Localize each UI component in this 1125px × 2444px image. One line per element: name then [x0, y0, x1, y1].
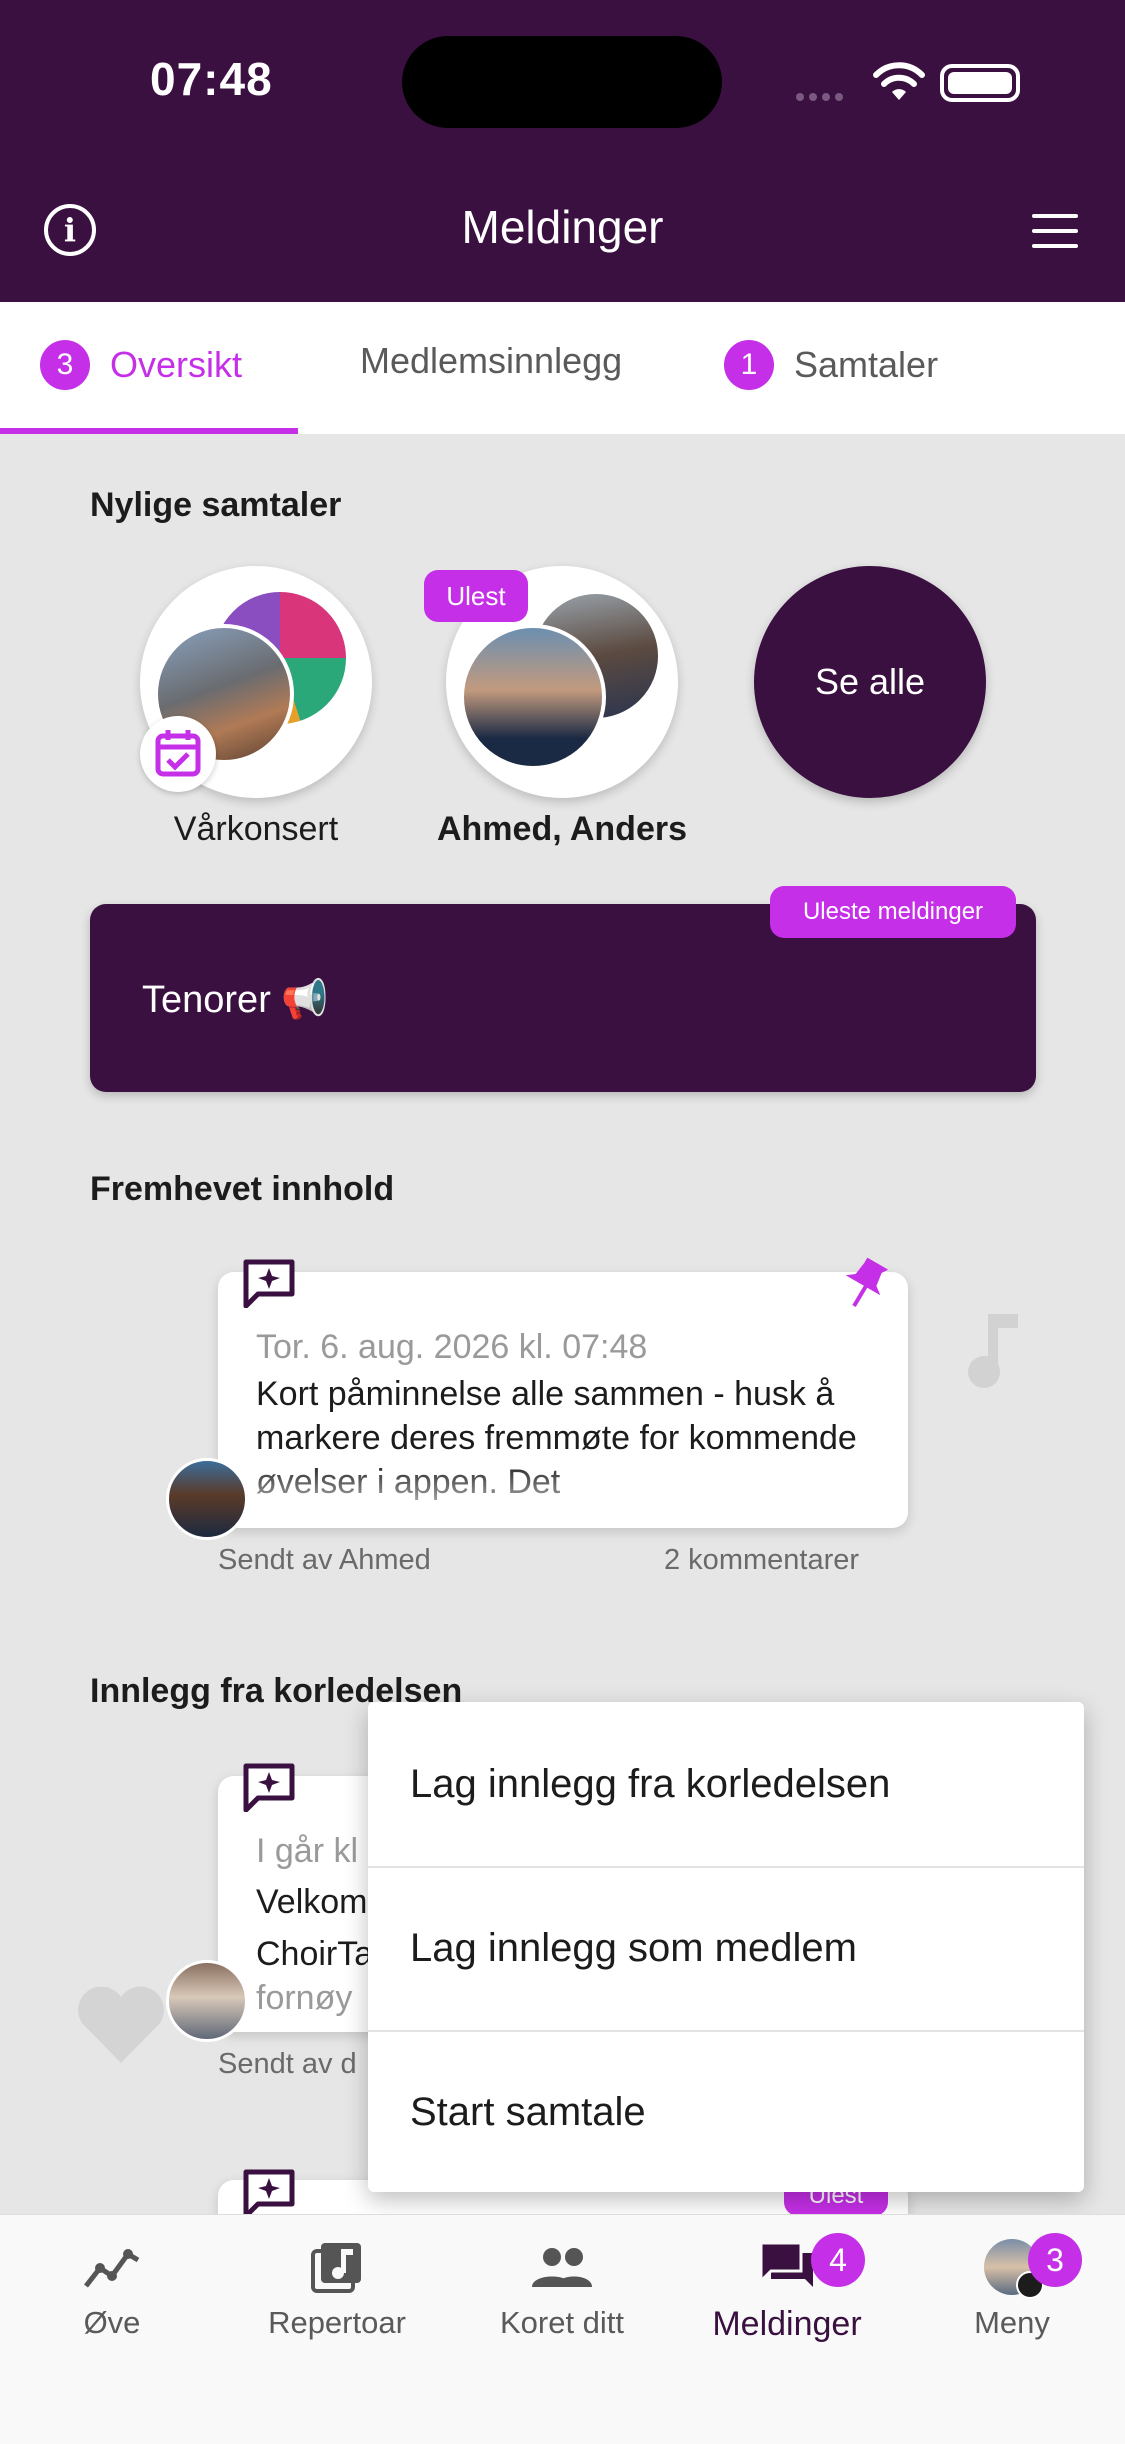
- nav-label: Koret ditt: [499, 2305, 625, 2340]
- dynamic-island: [402, 36, 722, 128]
- chat-icon: [759, 2241, 813, 2287]
- calendar-check-icon: [155, 730, 201, 777]
- nav-badge: 3: [1028, 2233, 1082, 2287]
- tab-label: Oversikt: [110, 344, 243, 385]
- conversation-label: Vårkonsert: [173, 810, 339, 848]
- conversation-label: Ahmed, Anders: [436, 810, 687, 848]
- author-avatar: [166, 1960, 248, 2042]
- wifi-icon: [873, 62, 925, 100]
- music-library-icon: [311, 2243, 361, 2293]
- nav-label: Øve: [83, 2305, 141, 2340]
- post-sparkle-icon: [243, 1259, 295, 1308]
- post-author: Sendt av Ahmed: [218, 1544, 431, 1576]
- menu-item-start-conversation[interactable]: Start samtale: [368, 2030, 1084, 2194]
- pin-icon: [845, 1257, 889, 1308]
- app-header: 07:48 i Meldinger: [0, 0, 1125, 302]
- featured-post-card[interactable]: Tor. 6. aug. 2026 kl. 07:48 Kort påminne…: [218, 1272, 908, 1528]
- tab-samtaler[interactable]: 1 Samtaler: [724, 340, 938, 390]
- tab-oversikt[interactable]: 3 Oversikt: [40, 340, 242, 390]
- nav-badge: 4: [811, 2233, 865, 2287]
- see-all-button[interactable]: Se alle: [754, 566, 986, 798]
- menu-item-leadership-post[interactable]: Lag innlegg fra korledelsen: [368, 1702, 1084, 1866]
- bottom-nav: Øve Repertoar Koret ditt Meldinger 4 Men…: [0, 2214, 1125, 2444]
- unread-messages-badge: Uleste meldinger: [770, 886, 1016, 938]
- author-avatar: [166, 1458, 248, 1540]
- cellular-signal-icon: [796, 88, 848, 106]
- hamburger-menu-button[interactable]: [1032, 214, 1078, 248]
- nav-label: Meny: [974, 2305, 1050, 2340]
- post-date: Tor. 6. aug. 2026 kl. 07:48: [256, 1328, 648, 1366]
- practice-icon: [84, 2249, 140, 2288]
- event-badge: [140, 716, 216, 792]
- tab-bar: 3 Oversikt Medlemsinnlegg 1 Samtaler: [0, 302, 1125, 434]
- post-body-line: fornøy: [256, 1979, 353, 2017]
- tab-label: Samtaler: [794, 344, 939, 385]
- page-title: Meldinger: [461, 201, 664, 253]
- tab-badge: 3: [40, 340, 90, 390]
- menu-item-member-post[interactable]: Lag innlegg som medlem: [368, 1866, 1084, 2030]
- unread-badge: Ulest: [424, 570, 528, 622]
- heart-icon: [78, 1986, 164, 2063]
- section-title-recent: Nylige samtaler: [90, 486, 342, 524]
- member-photo: [460, 624, 606, 770]
- nav-label: Meldinger: [712, 2305, 862, 2343]
- post-body-line: Velkom: [256, 1883, 368, 1921]
- nav-item-ove[interactable]: Øve: [12, 2237, 212, 2341]
- group-card-label: Tenorer 📢: [142, 979, 329, 1021]
- tab-medlemsinnlegg[interactable]: Medlemsinnlegg: [360, 340, 622, 382]
- nav-item-repertoar[interactable]: Repertoar: [237, 2237, 437, 2341]
- nav-label: Repertoar: [268, 2305, 406, 2340]
- nav-item-meldinger[interactable]: Meldinger 4: [687, 2233, 887, 2344]
- status-time: 07:48: [150, 53, 273, 105]
- nav-item-meny[interactable]: Meny 3: [912, 2233, 1112, 2341]
- create-menu: Lag innlegg fra korledelsen Lag innlegg …: [368, 1702, 1084, 2192]
- post-sparkle-icon: [243, 1763, 295, 1812]
- tab-badge: 1: [724, 340, 774, 390]
- post-comments[interactable]: 2 kommentarer: [664, 1544, 859, 1577]
- tab-label: Medlemsinnlegg: [360, 340, 623, 381]
- nav-item-koret-ditt[interactable]: Koret ditt: [462, 2237, 662, 2341]
- active-tab-indicator: [0, 428, 298, 434]
- post-author: Sendt av d: [218, 2048, 357, 2080]
- section-title-featured: Fremhevet innhold: [90, 1170, 395, 1208]
- battery-icon: [940, 64, 1020, 102]
- music-note-icon: [968, 1314, 1018, 1388]
- post-sparkle-icon: [243, 2169, 295, 2218]
- post-date: I går kl: [256, 1832, 359, 1870]
- people-icon: [532, 2248, 592, 2287]
- fade-overlay: [218, 1462, 908, 1528]
- post-body-line: ChoirTa: [256, 1935, 374, 1973]
